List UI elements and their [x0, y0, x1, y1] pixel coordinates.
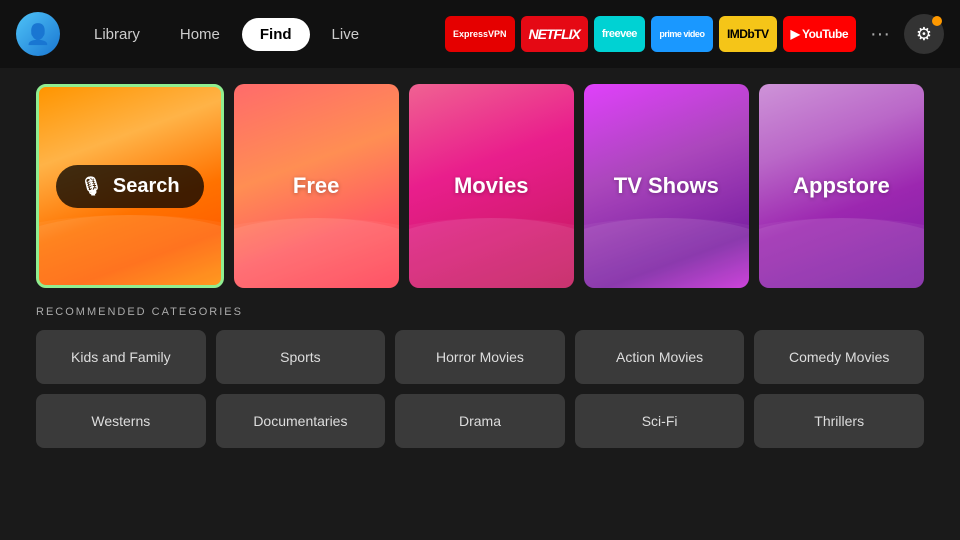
search-tile[interactable]: 🎙 Search	[36, 84, 224, 288]
nav-find[interactable]: Find	[242, 18, 310, 51]
category-grid: Kids and FamilySportsHorror MoviesAction…	[36, 330, 924, 448]
app-prime[interactable]: prime video	[651, 16, 713, 52]
free-tile[interactable]: Free	[234, 84, 399, 288]
recommended-section: RECOMMENDED CATEGORIES Kids and FamilySp…	[0, 288, 960, 448]
category-tile-westerns[interactable]: Westerns	[36, 394, 206, 448]
app-icons: ExpressVPN NETFLIX freevee prime video I…	[445, 14, 944, 54]
app-expressvpn[interactable]: ExpressVPN	[445, 16, 515, 52]
recommended-title: RECOMMENDED CATEGORIES	[36, 306, 924, 318]
nav-home[interactable]: Home	[162, 18, 238, 51]
settings-button[interactable]: ⚙	[904, 14, 944, 54]
category-tile-horror-movies[interactable]: Horror Movies	[395, 330, 565, 384]
top-nav: 👤 Library Home Find Live ExpressVPN NETF…	[0, 0, 960, 68]
movies-tile[interactable]: Movies	[409, 84, 574, 288]
category-tile-kids-and-family[interactable]: Kids and Family	[36, 330, 206, 384]
mic-icon: 🎙	[80, 176, 103, 197]
search-label: Search	[113, 175, 180, 198]
category-tile-thrillers[interactable]: Thrillers	[754, 394, 924, 448]
free-label: Free	[293, 173, 339, 199]
app-freevee[interactable]: freevee	[594, 16, 645, 52]
nav-live[interactable]: Live	[314, 18, 378, 51]
app-netflix[interactable]: NETFLIX	[521, 16, 588, 52]
search-button[interactable]: 🎙 Search	[56, 165, 204, 208]
movies-label: Movies	[454, 173, 529, 199]
app-imdb[interactable]: IMDbTV	[719, 16, 777, 52]
tvshows-tile[interactable]: TV Shows	[584, 84, 749, 288]
more-button[interactable]: ···	[862, 19, 898, 50]
category-tile-sports[interactable]: Sports	[216, 330, 386, 384]
appstore-label: Appstore	[793, 173, 890, 199]
nav-links: Library Home Find Live	[76, 18, 377, 51]
gear-icon: ⚙	[916, 24, 932, 45]
nav-library[interactable]: Library	[76, 18, 158, 51]
main-tile-grid: 🎙 Search Free Movies TV Shows Appstore	[0, 68, 960, 288]
avatar[interactable]: 👤	[16, 12, 60, 56]
app-youtube[interactable]: ▶ YouTube	[783, 16, 856, 52]
category-tile-comedy-movies[interactable]: Comedy Movies	[754, 330, 924, 384]
settings-badge	[932, 16, 942, 26]
category-tile-action-movies[interactable]: Action Movies	[575, 330, 745, 384]
tvshows-label: TV Shows	[614, 173, 719, 199]
category-tile-sci-fi[interactable]: Sci-Fi	[575, 394, 745, 448]
appstore-tile[interactable]: Appstore	[759, 84, 924, 288]
category-tile-documentaries[interactable]: Documentaries	[216, 394, 386, 448]
category-tile-drama[interactable]: Drama	[395, 394, 565, 448]
